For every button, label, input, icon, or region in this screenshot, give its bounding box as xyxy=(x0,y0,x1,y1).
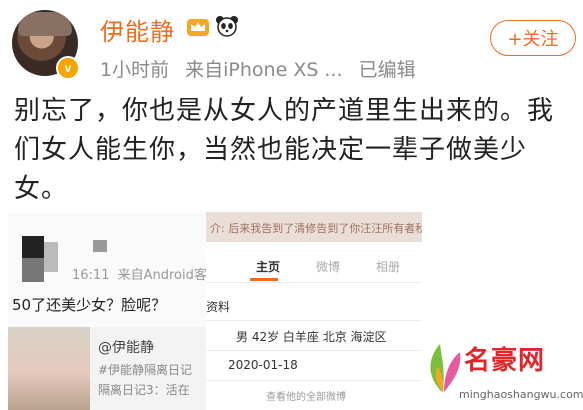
comment-time: 16:11 xyxy=(72,268,110,283)
profile-screenshot-card: 介: 后来我告到了清修告到了你汪汪所有者秋 主页 微博 相册 资料 男 42岁 … xyxy=(206,212,422,410)
mosaic-block xyxy=(22,258,44,282)
watermark-url: minghaoshangwu.com xyxy=(459,388,583,401)
tab-album[interactable]: 相册 xyxy=(376,258,400,275)
crown-icon xyxy=(187,19,209,36)
shared-post-card[interactable]: @伊能静 #伊能静隔离日记 隔离日记3：活在 xyxy=(8,327,206,410)
comment-source: 来自Android客 xyxy=(117,268,206,283)
quoted-comment-card: 16:11 来自Android客 50了还美少女？脸呢？ @伊能静 #伊能静隔离… xyxy=(8,212,206,410)
post-time: 1小时前 xyxy=(100,59,170,81)
banner-text: 介: 后来我告到了清修告到了你汪汪所有者秋 xyxy=(210,222,422,235)
verified-badge: v xyxy=(56,56,80,80)
profile-info: 男 42岁 白羊座 北京 海淀区 xyxy=(236,330,387,344)
divider xyxy=(206,350,422,351)
divider xyxy=(206,320,422,321)
shared-line-2: 隔离日记3：活在 xyxy=(98,383,190,397)
divider xyxy=(206,380,422,381)
panda-icon xyxy=(216,16,238,37)
shared-author[interactable]: @伊能静 xyxy=(98,337,154,357)
comment-text: 50了还美少女？脸呢？ xyxy=(12,296,167,314)
tab-home[interactable]: 主页 xyxy=(256,258,280,275)
tab-weibo[interactable]: 微博 xyxy=(316,258,340,275)
follow-button[interactable]: +关注 xyxy=(490,20,576,56)
mosaic-block xyxy=(44,242,58,272)
username[interactable]: 伊能静 xyxy=(100,12,175,47)
shared-line-1: #伊能静隔离日记 xyxy=(98,363,193,377)
watermark-title: 名豪网 xyxy=(464,346,546,376)
post-text: 别忘了，你也是从女人的产道里生出来的。我们女人能生你，当然也能决定一辈子做美少女… xyxy=(14,96,555,204)
post-source[interactable]: 来自iPhone XS ... xyxy=(185,59,342,81)
divider xyxy=(206,282,422,283)
active-tab-indicator xyxy=(250,278,278,281)
comment-meta: 16:11 来自Android客 xyxy=(72,264,206,283)
shared-thumbnail xyxy=(8,327,90,410)
mosaic-block xyxy=(22,236,44,258)
view-all-link[interactable]: 查看他的全部微博 xyxy=(266,388,346,403)
profile-date: 2020-01-18 xyxy=(228,358,298,372)
edited-label: 已编辑 xyxy=(358,59,416,81)
post-meta: 1小时前 来自iPhone XS ... 已编辑 xyxy=(100,55,416,82)
section-title: 资料 xyxy=(206,300,231,314)
mosaic-block xyxy=(93,240,107,252)
